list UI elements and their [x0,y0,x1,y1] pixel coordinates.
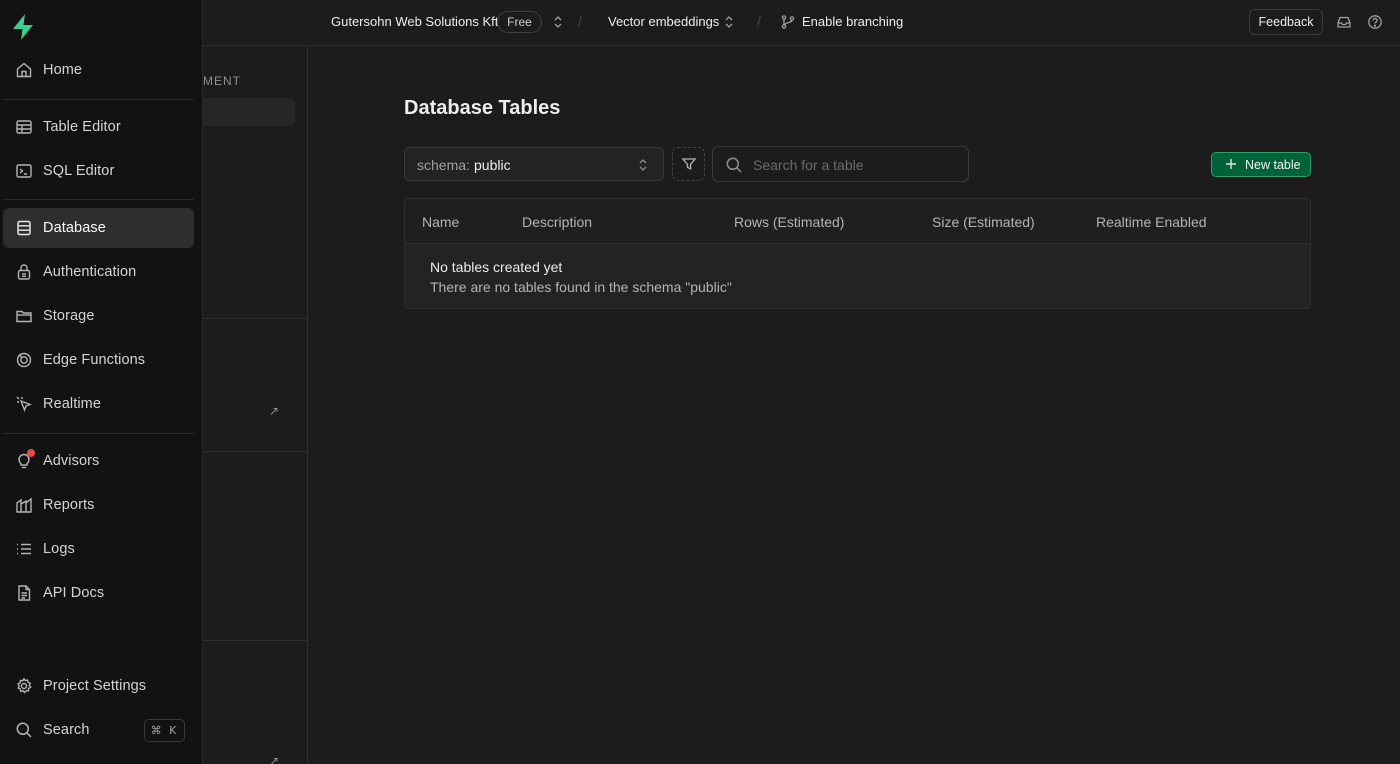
sidebar-item-label: Storage [43,308,95,324]
chevron-up-down-icon[interactable] [723,14,735,30]
top-bar: Gutersohn Web Solutions Kft Free / Vecto… [203,0,1400,46]
chevron-up-down-icon[interactable] [552,14,564,30]
sidebar-item-database[interactable]: Database [3,208,194,248]
sidebar-item-label: Reports [43,497,95,513]
table-header-row: Name Description Rows (Estimated) Size (… [405,199,1310,244]
sidebar-item-label: Home [43,62,83,78]
panel-selected-item[interactable] [203,98,295,126]
inbox-icon[interactable] [1336,14,1352,30]
new-table-button[interactable]: New table [1211,152,1311,177]
sidebar-item-realtime[interactable]: Realtime [3,384,194,424]
sidebar-item-authentication[interactable]: Authentication [3,252,194,292]
sidebar-item-home[interactable]: Home [3,50,194,90]
new-table-label: New table [1245,158,1301,172]
sidebar: Home Table Editor SQL Editor Database Au… [0,0,203,764]
breadcrumb-separator: / [578,13,582,29]
sidebar-divider [3,433,194,434]
sidebar-item-api-docs[interactable]: API Docs [3,573,194,613]
column-header-size: Size (Estimated) [932,214,1035,230]
sidebar-divider [3,99,194,100]
sidebar-item-table-editor[interactable]: Table Editor [3,107,194,147]
git-branch-icon [781,15,795,29]
sidebar-item-label: SQL Editor [43,163,115,179]
sidebar-item-label: Project Settings [43,678,147,694]
sidebar-item-label: Authentication [43,264,137,280]
home-icon [15,61,33,79]
database-menu-panel: MENT ↗ ↗ [203,46,308,764]
breadcrumb-separator: / [757,13,761,29]
enable-branching-button[interactable]: Enable branching [802,14,903,29]
notification-dot [27,449,35,457]
database-icon [15,219,33,237]
plan-badge: Free [497,11,542,33]
sidebar-divider [3,199,194,200]
terminal-icon [15,162,33,180]
sidebar-item-reports[interactable]: Reports [3,485,194,525]
folder-icon [15,307,33,325]
keyboard-shortcut: ⌘ K [144,719,185,742]
table-icon [15,118,33,136]
search-input[interactable] [753,155,958,175]
gear-icon [15,677,33,695]
empty-state-title: No tables created yet [430,259,563,275]
project-name[interactable]: Vector embeddings [608,14,719,29]
reports-icon [15,496,33,514]
schema-selector[interactable]: schema: public [404,147,664,181]
external-link-icon[interactable]: ↗ [269,754,279,764]
plus-icon [1226,159,1236,169]
file-icon [15,584,33,602]
sidebar-item-label: API Docs [43,585,105,601]
sidebar-item-edge-functions[interactable]: Edge Functions [3,340,194,380]
sidebar-item-project-settings[interactable]: Project Settings [3,666,194,706]
search-icon [726,157,742,173]
page-title: Database Tables [404,97,561,119]
edge-functions-icon [15,351,33,369]
lock-icon [15,263,33,281]
sidebar-item-label: Logs [43,541,75,557]
sidebar-item-label: Search [43,722,90,738]
sidebar-item-logs[interactable]: Logs [3,529,194,569]
org-name[interactable]: Gutersohn Web Solutions Kft [331,14,498,29]
sidebar-item-label: Realtime [43,396,102,412]
external-link-icon[interactable]: ↗ [269,404,279,418]
sidebar-item-sql-editor[interactable]: SQL Editor [3,151,194,191]
column-header-rows: Rows (Estimated) [734,214,845,230]
sidebar-item-label: Database [43,220,106,236]
empty-state-subtitle: There are no tables found in the schema … [430,279,732,295]
tables-grid: Name Description Rows (Estimated) Size (… [404,198,1311,309]
cursor-icon [15,395,33,413]
filter-icon [681,158,697,171]
column-header-name: Name [422,214,460,230]
filter-button[interactable] [672,147,705,181]
supabase-logo-icon[interactable] [10,13,36,41]
panel-divider [203,640,308,641]
schema-value: public [474,157,511,173]
sidebar-item-advisors[interactable]: Advisors [3,441,194,481]
search-icon [15,721,33,739]
column-header-realtime: Realtime Enabled [1096,214,1207,230]
sidebar-item-label: Advisors [43,453,100,469]
panel-divider [203,318,308,319]
sidebar-item-storage[interactable]: Storage [3,296,194,336]
panel-divider [203,451,308,452]
schema-label: schema: [417,157,470,173]
help-icon[interactable] [1367,14,1383,30]
sidebar-item-label: Edge Functions [43,352,146,368]
table-search[interactable] [712,146,969,182]
sidebar-item-label: Table Editor [43,119,121,135]
column-header-description: Description [522,214,593,230]
feedback-button[interactable]: Feedback [1249,9,1323,35]
list-icon [15,540,33,558]
panel-section-header: MENT [203,74,241,88]
chevron-up-down-icon [639,159,647,171]
